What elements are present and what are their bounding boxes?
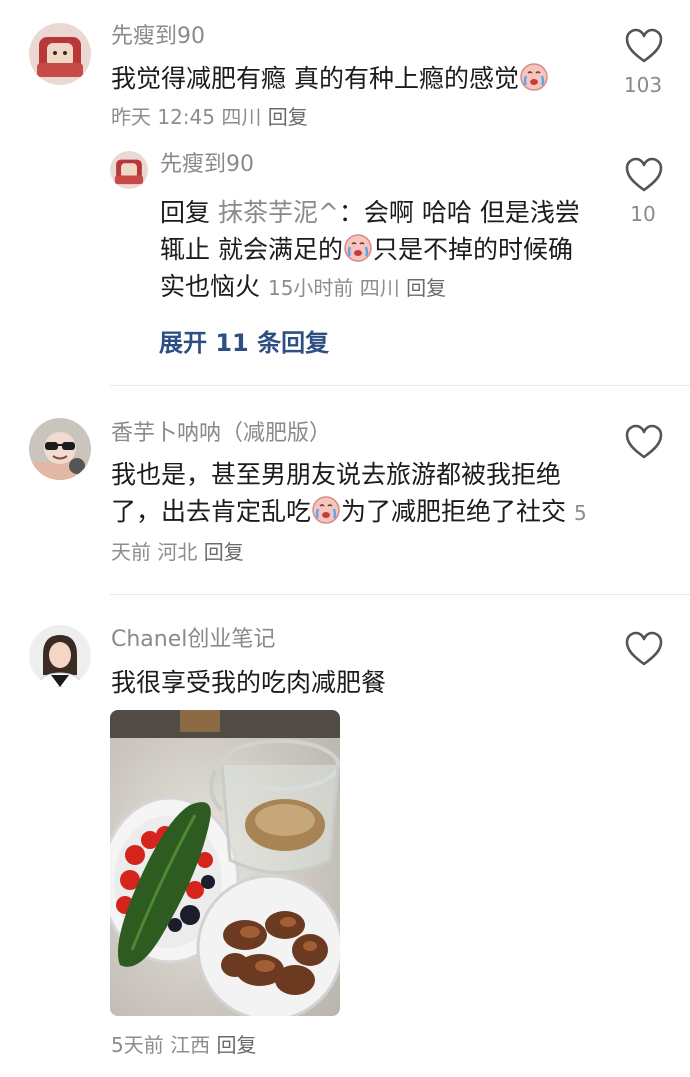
divider	[110, 594, 690, 595]
like-count: 10	[630, 202, 656, 226]
avatar[interactable]	[29, 625, 91, 687]
reply-text: 回复 抹茶芋泥^：会啊 哈哈 但是浅尝辄止 就会满足的 只是不掉的时候确实也恼火 …	[160, 194, 590, 307]
heart-icon[interactable]	[625, 424, 663, 460]
avatar[interactable]	[29, 23, 91, 85]
reply-prefix: 回复	[160, 198, 211, 227]
reply-to-username[interactable]: 抹茶芋泥^	[218, 198, 339, 227]
crying-emoji-icon	[312, 496, 340, 524]
reply-button[interactable]: 回复	[406, 276, 446, 300]
comment-username[interactable]: 先瘦到90	[111, 24, 205, 50]
like-count: 103	[623, 73, 663, 97]
comment-text: 我很享受我的吃肉减肥餐	[111, 668, 387, 697]
reply-username[interactable]: 先瘦到90	[160, 152, 254, 178]
comment-time: 昨天 12:45	[111, 105, 215, 129]
reply-meta: 15小时前 四川 回复	[268, 276, 446, 300]
avatar[interactable]	[29, 418, 91, 480]
comment-text-content: 我觉得减肥有瘾 真的有种上瘾的感觉	[111, 64, 519, 93]
reply-button[interactable]: 回复	[268, 105, 308, 129]
comment-location: 河北	[157, 540, 198, 564]
crying-emoji-icon	[520, 63, 548, 91]
expand-replies-button[interactable]: 展开 11 条回复	[159, 323, 329, 358]
food-photo[interactable]	[110, 710, 340, 1016]
heart-icon[interactable]	[625, 631, 663, 667]
divider	[110, 385, 690, 386]
crying-emoji-icon	[344, 234, 372, 262]
avatar[interactable]	[110, 151, 148, 189]
comment-text-part2: 为了减肥拒绝了社交	[341, 497, 567, 526]
comment-username[interactable]: 香芋卜呐呐（减肥版）	[111, 421, 331, 447]
comment-meta: 昨天 12:45 四川 回复	[111, 101, 308, 130]
comment-time: 5天前	[111, 1033, 164, 1057]
comment-location: 四川	[221, 105, 262, 129]
comment-username[interactable]: Chanel创业笔记	[111, 627, 275, 653]
reply-button[interactable]: 回复	[204, 540, 244, 564]
heart-icon[interactable]	[625, 157, 663, 193]
comment-text: 我觉得减肥有瘾 真的有种上瘾的感觉	[111, 60, 611, 97]
reply-time: 15小时前	[267, 276, 354, 300]
reply-location: 四川	[359, 276, 400, 300]
comment-meta: 5天前 江西 回复	[111, 1029, 256, 1058]
heart-icon[interactable]	[625, 28, 663, 64]
comment-location: 江西	[170, 1033, 211, 1057]
comment-text: 我也是，甚至男朋友说去旅游都被我拒绝了，出去肯定乱吃 为了减肥拒绝了社交 5天前 …	[111, 456, 591, 571]
reply-button[interactable]: 回复	[216, 1033, 256, 1057]
